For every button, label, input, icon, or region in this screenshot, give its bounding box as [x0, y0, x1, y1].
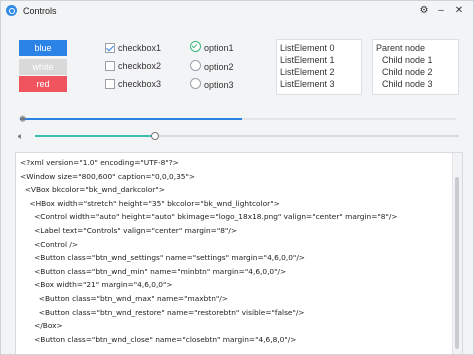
white-button[interactable]: white — [19, 59, 67, 75]
code-line: <HBox width="stretch" height="35" bkcolo… — [20, 198, 280, 208]
checkbox-2-box[interactable] — [105, 61, 115, 71]
close-icon: ✕ — [454, 5, 464, 16]
minimize-icon: – — [438, 5, 444, 16]
checkbox-3-label: checkbox3 — [118, 79, 162, 89]
code-line: <Label text="Controls" valign="center" m… — [20, 225, 238, 235]
tree-child-node[interactable]: Child node 3 — [382, 78, 433, 90]
xml-editor[interactable]: <?xml version="1.0" encoding="UTF-8"?> <… — [15, 152, 463, 354]
radio-option-3-label: option3 — [204, 80, 234, 90]
code-line: <Button class="btn_wnd_min" name="minbtn… — [20, 266, 287, 276]
checkbox-2-label: checkbox2 — [118, 61, 162, 71]
gear-icon: ⚙ — [419, 5, 429, 16]
code-line: </Box> — [20, 321, 63, 331]
code-line: <Button class="btn_wnd_max" name="maxbtn… — [20, 293, 228, 303]
slider-fill — [35, 135, 154, 137]
radio-option-1-label: option1 — [204, 43, 234, 53]
scrollbar-thumb[interactable] — [455, 177, 459, 349]
code-line: <Button class="btn_wnd_restore" name="re… — [20, 307, 305, 317]
list-item[interactable]: ListElement 0 — [280, 42, 335, 54]
code-line: <Control /> — [20, 239, 79, 249]
volume-icon: 🔈︎ — [18, 131, 24, 141]
progress-bar — [20, 118, 456, 120]
radio-option-3-ring[interactable] — [190, 78, 201, 89]
spinner-icon: ✺ — [19, 114, 27, 124]
app-logo-icon — [6, 5, 17, 16]
settings-button[interactable]: ⚙ — [417, 4, 431, 18]
list-item[interactable]: ListElement 3 — [280, 78, 335, 90]
tree-child-node[interactable]: Child node 2 — [382, 66, 433, 78]
code-line: <Box width="21" margin="4,6,0,0"> — [20, 280, 173, 290]
radio-option-2-ring[interactable] — [190, 60, 201, 71]
code-line: <Window size="800,600" caption="0,0,0,35… — [20, 171, 196, 181]
code-line: <Control width="auto" height="auto" bkim… — [20, 212, 398, 222]
blue-button[interactable]: blue — [19, 40, 67, 56]
progress-fill — [20, 118, 243, 120]
title-bar[interactable]: Controls ⚙ – ✕ — [1, 1, 473, 21]
minimize-button[interactable]: – — [434, 4, 448, 18]
tree-parent-node[interactable]: Parent node — [376, 42, 425, 54]
slider-thumb[interactable] — [150, 132, 159, 140]
controls-window: Controls ⚙ – ✕ blue white red checkbox1 … — [0, 0, 474, 355]
vertical-scrollbar[interactable] — [452, 153, 462, 354]
code-line: <Button class="btn_wnd_settings" name="s… — [20, 253, 306, 263]
code-line: <VBox bkcolor="bk_wnd_darkcolor"> — [20, 185, 165, 195]
close-button[interactable]: ✕ — [452, 4, 466, 18]
list-item[interactable]: ListElement 1 — [280, 54, 335, 66]
list-item[interactable]: ListElement 2 — [280, 66, 335, 78]
red-button[interactable]: red — [19, 76, 67, 92]
list-box[interactable]: ListElement 0 ListElement 1 ListElement … — [276, 39, 362, 95]
checkbox-1-label: checkbox1 — [118, 43, 162, 53]
radio-option-1-ring[interactable] — [190, 41, 201, 52]
window-title: Controls — [23, 6, 57, 16]
code-line: <Button class="btn_wnd_close" name="clos… — [20, 334, 297, 344]
tree-child-node[interactable]: Child node 1 — [382, 54, 433, 66]
tree-view[interactable]: Parent node Child node 1 Child node 2 Ch… — [372, 39, 459, 95]
code-line: <?xml version="1.0" encoding="UTF-8"?> — [20, 158, 179, 167]
checkbox-1-box[interactable] — [105, 43, 115, 53]
code-text[interactable]: <?xml version="1.0" encoding="UTF-8"?> <… — [20, 156, 450, 346]
radio-option-2-label: option2 — [204, 62, 234, 72]
volume-slider[interactable] — [35, 132, 459, 140]
checkbox-3-box[interactable] — [105, 79, 115, 89]
